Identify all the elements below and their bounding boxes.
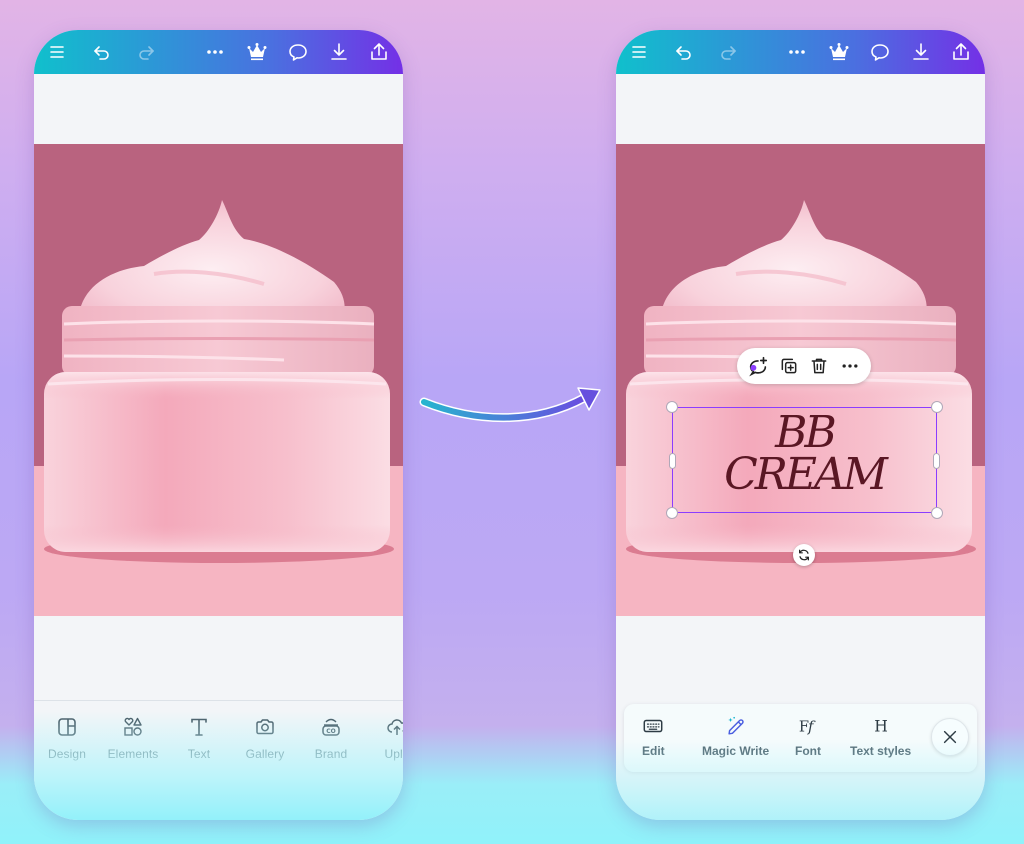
font-button[interactable]: Ff Font [795, 714, 821, 759]
text-styles-button[interactable]: H Text styles [850, 714, 912, 759]
more-options-button[interactable] [837, 353, 863, 379]
share-icon[interactable] [947, 38, 975, 66]
more-icon[interactable] [783, 38, 811, 66]
close-toolbar-button[interactable] [931, 718, 969, 756]
menu-icon[interactable] [625, 38, 653, 66]
resize-handle-bottom-left[interactable] [666, 507, 678, 519]
crown-icon[interactable] [243, 38, 271, 66]
resize-handle-right[interactable] [933, 453, 940, 469]
top-toolbar [34, 30, 403, 74]
duplicate-icon [781, 358, 797, 374]
rotate-icon [799, 549, 809, 561]
bb-cream-text[interactable]: BB CREAM [673, 407, 936, 500]
redo-icon[interactable] [714, 38, 742, 66]
text-line-2: CREAM [724, 449, 888, 500]
phone-before: Design Elements Text Gallery CO Brand Up… [34, 30, 403, 820]
resize-handle-top-left[interactable] [666, 401, 678, 413]
magic-write-button[interactable]: Magic Write [702, 714, 769, 758]
toolbar-label: Font [795, 744, 821, 758]
nav-label: Brand [314, 747, 348, 761]
bottom-navigation: Design Elements Text Gallery CO Brand Up… [34, 700, 403, 780]
design-icon [55, 715, 79, 739]
nav-label: Gallery [245, 747, 285, 761]
text-line-1: BB [775, 407, 837, 458]
nav-gallery[interactable]: Gallery [232, 715, 298, 761]
text-toolbar: Edit Magic Write Ff Font H Text styles [624, 704, 977, 772]
editor-canvas[interactable] [34, 74, 403, 734]
menu-icon[interactable] [43, 38, 71, 66]
nav-label: Uplo [384, 747, 403, 761]
nav-label: Text [187, 747, 211, 761]
resize-handle-bottom-right[interactable] [931, 507, 943, 519]
toolbar-label: Text styles [850, 744, 912, 758]
nav-text[interactable]: Text [166, 715, 232, 761]
element-context-menu [737, 348, 871, 384]
close-icon [943, 730, 957, 744]
rotate-handle[interactable] [793, 544, 815, 566]
duplicate-button[interactable] [776, 353, 802, 379]
font-icon: Ff [797, 714, 819, 738]
nav-brand[interactable]: CO Brand [298, 715, 364, 761]
brand-icon: CO [319, 715, 343, 739]
resize-handle-top-right[interactable] [931, 401, 943, 413]
crown-icon[interactable] [825, 38, 853, 66]
more-icon[interactable] [201, 38, 229, 66]
resize-handle-left[interactable] [669, 453, 676, 469]
download-icon[interactable] [907, 38, 935, 66]
nav-label: Elements [107, 747, 159, 761]
nav-uploads[interactable]: Uplo [364, 715, 403, 761]
cream-jar-image[interactable] [34, 144, 403, 616]
share-icon[interactable] [365, 38, 393, 66]
edit-button[interactable]: Edit [642, 714, 665, 758]
toolbar-label: Magic Write [702, 744, 770, 758]
comment-icon[interactable] [284, 38, 312, 66]
heading-icon: H [870, 714, 892, 738]
text-icon [187, 715, 211, 739]
svg-text:CO: CO [326, 728, 336, 735]
nav-elements[interactable]: Elements [100, 715, 166, 761]
delete-button[interactable] [806, 353, 832, 379]
toolbar-label: Edit [642, 744, 665, 758]
nav-label: Design [48, 747, 86, 761]
more-icon [842, 364, 858, 368]
nav-design[interactable]: Design [34, 715, 100, 761]
top-toolbar [616, 30, 985, 74]
camera-icon [253, 715, 277, 739]
svg-text:H: H [874, 718, 888, 736]
redo-icon[interactable] [132, 38, 160, 66]
comment-icon[interactable] [866, 38, 894, 66]
undo-icon[interactable] [88, 38, 116, 66]
transition-arrow-icon [419, 387, 601, 423]
magic-comment-icon [749, 356, 768, 377]
keyboard-icon [642, 714, 664, 738]
elements-icon [121, 715, 145, 739]
magic-comment-button[interactable] [745, 353, 771, 379]
svg-text:f: f [807, 719, 816, 736]
download-icon[interactable] [325, 38, 353, 66]
phone-after: BB CREAM Edit Magic Write Ff Font H Text… [616, 30, 985, 820]
undo-icon[interactable] [670, 38, 698, 66]
trash-icon [811, 358, 827, 374]
selected-text-element[interactable]: BB CREAM [666, 401, 943, 519]
magic-pen-icon [725, 714, 747, 738]
upload-icon [385, 715, 403, 739]
